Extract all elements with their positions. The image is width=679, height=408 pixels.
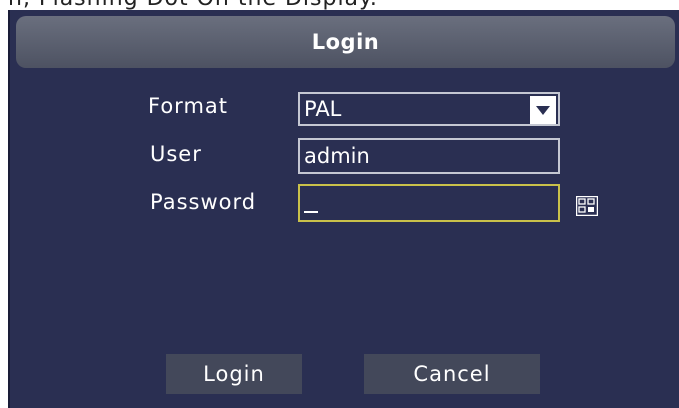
- login-dialog: Login Format PAL User admin Password Log…: [8, 10, 679, 408]
- cancel-button[interactable]: Cancel: [364, 354, 540, 394]
- format-value: PAL: [304, 97, 342, 121]
- password-label: Password: [150, 190, 257, 214]
- password-field[interactable]: [298, 184, 560, 222]
- user-label: User: [150, 142, 202, 166]
- top-strip-text: n, Flashing Dot On the Display.: [8, 0, 378, 10]
- dialog-titlebar: Login: [16, 16, 675, 68]
- text-cursor: [304, 211, 318, 213]
- login-button[interactable]: Login: [166, 354, 302, 394]
- format-select[interactable]: PAL: [298, 92, 560, 126]
- chevron-down-icon[interactable]: [530, 96, 556, 124]
- user-field[interactable]: admin: [298, 138, 560, 174]
- dialog-title: Login: [311, 30, 380, 54]
- user-value: admin: [304, 144, 370, 168]
- top-strip: n, Flashing Dot On the Display.: [0, 0, 679, 10]
- keyboard-icon[interactable]: [576, 196, 598, 216]
- format-label: Format: [148, 94, 229, 118]
